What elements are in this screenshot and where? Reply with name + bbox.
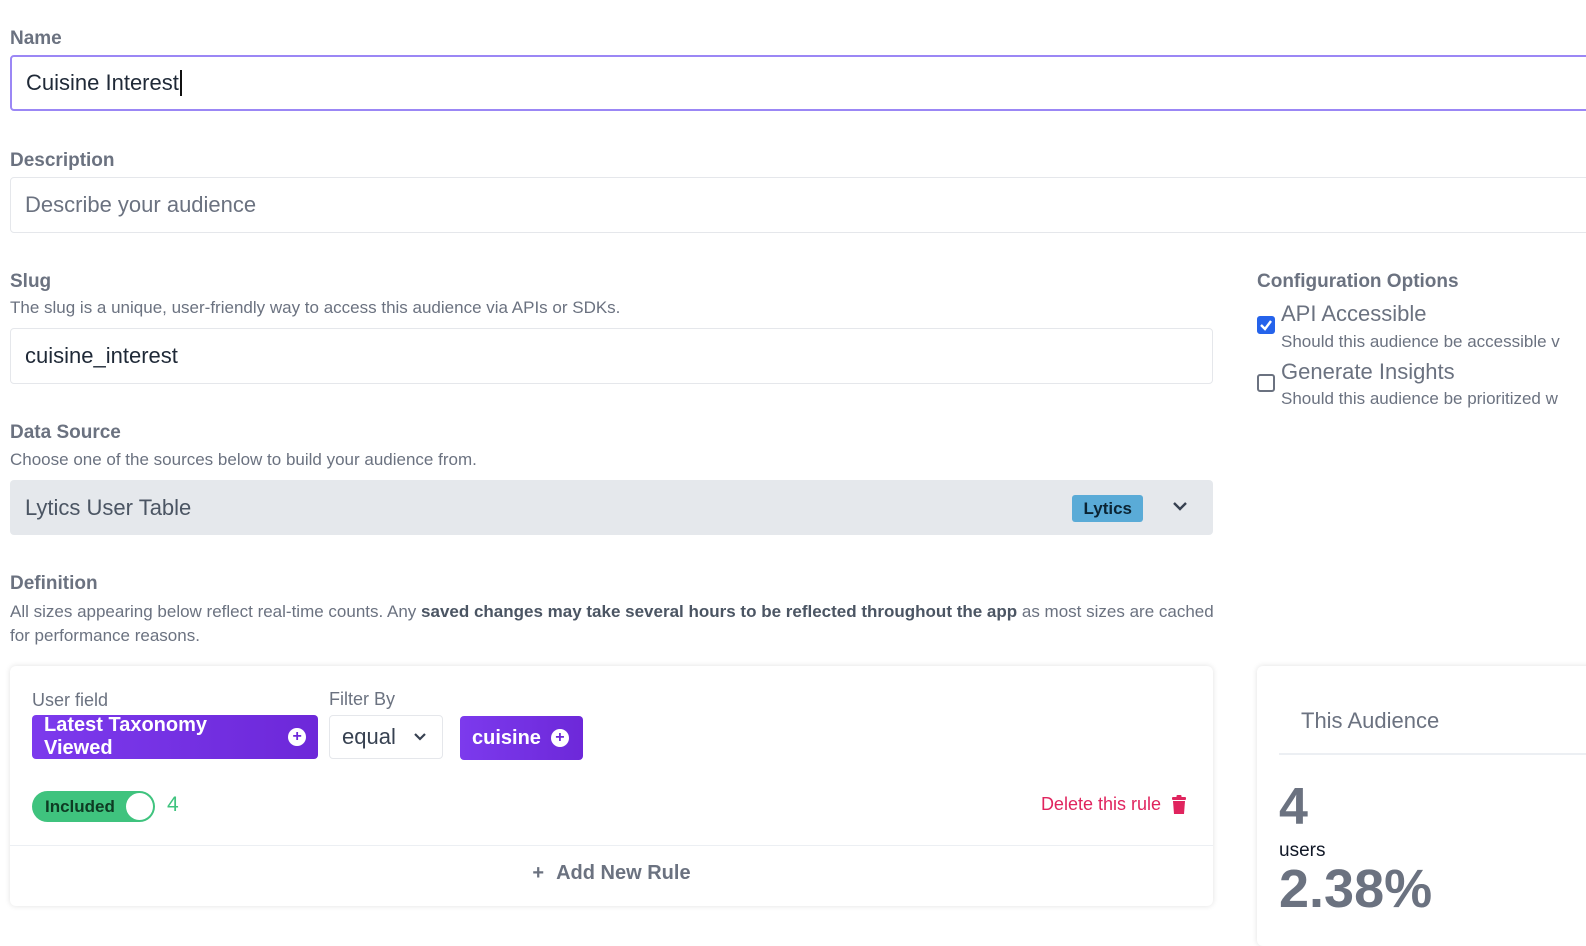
name-input[interactable]: Cuisine Interest — [10, 55, 1586, 111]
user-field-label: User field — [32, 690, 109, 710]
lytics-badge: Lytics — [1072, 495, 1143, 522]
api-accessible-label: API Accessible — [1281, 301, 1427, 326]
description-input[interactable]: Describe your audience — [10, 177, 1586, 233]
configuration-options-title: Configuration Options — [1257, 271, 1459, 292]
chevron-down-icon — [414, 733, 426, 741]
chevron-down-icon — [1173, 502, 1187, 511]
data-source-help: Choose one of the sources below to build… — [10, 450, 477, 469]
toggle-knob — [126, 793, 153, 820]
delete-rule-label: Delete this rule — [1040, 794, 1161, 814]
definition-help-start: All sizes appearing below reflect real-t… — [10, 602, 422, 621]
delete-rule-button[interactable]: Delete this rule — [1041, 794, 1187, 815]
filter-by-label: Filter By — [329, 689, 396, 709]
description-placeholder: Describe your audience — [25, 192, 257, 217]
value-chip[interactable]: cuisine + — [460, 716, 583, 760]
data-source-value: Lytics User Table — [25, 494, 192, 520]
rule-count: 4 — [167, 793, 179, 816]
slug-input[interactable]: cuisine_interest — [10, 328, 1213, 384]
name-input-value: Cuisine Interest — [26, 70, 179, 95]
included-toggle[interactable]: Included — [32, 791, 155, 822]
filter-by-value: equal — [342, 724, 396, 749]
add-new-rule-button[interactable]: + Add New Rule — [10, 845, 1213, 900]
generate-insights-checkbox[interactable] — [1257, 374, 1275, 392]
definition-help: All sizes appearing below reflect real-t… — [10, 600, 1220, 648]
included-toggle-label: Included — [45, 796, 115, 816]
data-source-label: Data Source — [10, 422, 121, 443]
data-source-select[interactable]: Lytics User Table Lytics — [10, 480, 1213, 535]
text-caret — [179, 70, 182, 96]
plus-circle-icon: + — [288, 728, 306, 746]
description-label: Description — [10, 150, 115, 171]
trash-icon — [1172, 794, 1186, 814]
name-label: Name — [10, 28, 62, 49]
slug-help: The slug is a unique, user-friendly way … — [10, 298, 621, 317]
api-accessible-help: Should this audience be accessible v — [1281, 332, 1560, 351]
definition-help-bold: saved changes may take several hours to … — [421, 602, 1018, 621]
add-new-rule-label: Add New Rule — [556, 861, 691, 884]
audience-title: This Audience — [1301, 708, 1440, 733]
generate-insights-help: Should this audience be prioritized w — [1281, 389, 1558, 408]
slug-input-value: cuisine_interest — [25, 343, 178, 368]
api-accessible-checkbox[interactable] — [1257, 316, 1275, 334]
filter-by-select[interactable]: equal — [329, 715, 443, 759]
audience-count: 4 — [1279, 778, 1308, 836]
check-icon — [1260, 320, 1272, 331]
plus-icon: + — [532, 861, 545, 884]
value-chip-label: cuisine — [472, 726, 541, 749]
user-field-chip[interactable]: Latest Taxonomy Viewed + — [32, 714, 318, 759]
plus-circle-icon: + — [550, 729, 569, 747]
divider — [1279, 753, 1586, 755]
user-field-value: Latest Taxonomy Viewed — [44, 714, 207, 759]
audience-percent: 2.38% — [1279, 859, 1433, 919]
generate-insights-label: Generate Insights — [1281, 359, 1455, 384]
slug-label: Slug — [10, 271, 52, 292]
definition-label: Definition — [10, 573, 98, 594]
